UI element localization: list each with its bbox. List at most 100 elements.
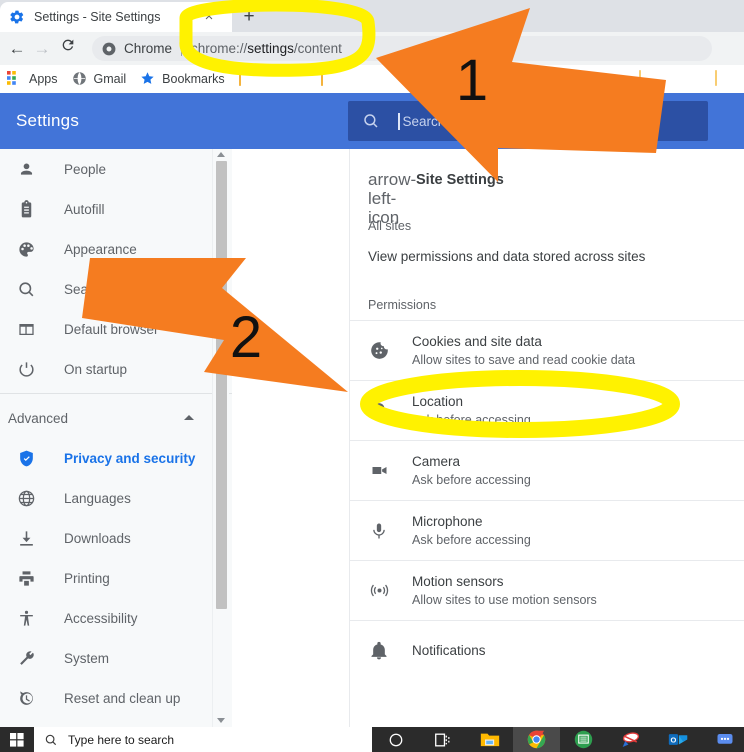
- sidebar-item-autofill[interactable]: Autofill: [0, 189, 232, 229]
- accessibility-icon: [16, 608, 36, 628]
- clipboard-icon: [16, 199, 36, 219]
- bookmarks-spacer: [350, 67, 632, 91]
- sidebar-item-appearance[interactable]: Appearance: [0, 229, 232, 269]
- camera-icon: [368, 460, 390, 482]
- bookmark-label: Gmail: [93, 72, 127, 86]
- sidebar-item-printing[interactable]: Printing: [0, 558, 232, 598]
- bookmark-folder[interactable]: [232, 67, 268, 91]
- bookmark-apps[interactable]: Apps: [0, 67, 65, 91]
- download-icon: [16, 528, 36, 548]
- permission-title: Microphone: [412, 514, 483, 529]
- permission-subtitle: Allow sites to use motion sensors: [412, 593, 597, 607]
- address-bar[interactable]: Chrome chrome://settings/content: [92, 36, 712, 61]
- start-button[interactable]: [0, 727, 34, 752]
- printer-icon: [16, 568, 36, 588]
- url-highlight: settings: [247, 41, 294, 56]
- sidebar-item-reset-and-clean-up[interactable]: Reset and clean up: [0, 678, 232, 718]
- permission-title: Motion sensors: [412, 574, 504, 589]
- bookmark-folder[interactable]: [632, 67, 668, 91]
- sidebar-item-on-startup[interactable]: On startup: [0, 349, 232, 389]
- permission-title: Camera: [412, 454, 461, 469]
- svg-text:O: O: [670, 735, 676, 744]
- motion-sensor-icon: [368, 580, 390, 602]
- sidebar-item-people[interactable]: People: [0, 149, 232, 189]
- bookmark-gmail[interactable]: Gmail: [65, 67, 134, 91]
- blue-chat-icon[interactable]: [701, 727, 744, 752]
- sidebar-item-accessibility[interactable]: Accessibility: [0, 598, 232, 638]
- permission-title: Cookies and site data: [412, 334, 542, 349]
- gear-icon: [9, 9, 25, 25]
- sidebar-item-label: System: [64, 650, 110, 666]
- bookmark-folder[interactable]: [708, 67, 744, 91]
- search-input[interactable]: Search settings: [348, 101, 708, 141]
- chrome-logo-icon: [102, 42, 116, 56]
- tab-settings-site-settings[interactable]: Settings - Site Settings ×: [0, 2, 232, 32]
- red-tool-icon[interactable]: [607, 727, 654, 752]
- sidebar-item-label: Downloads: [64, 530, 131, 546]
- permission-subtitle: Ask before accessing: [412, 473, 531, 487]
- breadcrumb-title: Site Settings: [416, 172, 504, 188]
- bookmark-folder[interactable]: [668, 67, 708, 91]
- sidebar-item-privacy-and-security[interactable]: Privacy and security: [0, 438, 232, 478]
- permission-row-location[interactable]: Location Ask before accessing: [350, 380, 744, 440]
- scroll-up-icon[interactable]: [217, 152, 225, 157]
- sidebar-item-label: Default browser: [64, 321, 159, 337]
- new-tab-button[interactable]: +: [238, 6, 260, 28]
- sidebar-item-languages[interactable]: Languages: [0, 478, 232, 518]
- group-label-permissions: Permissions: [368, 298, 437, 312]
- globe-icon: [16, 488, 36, 508]
- address-bar-url: chrome://settings/content: [191, 41, 342, 56]
- close-icon[interactable]: ×: [200, 8, 218, 26]
- chevron-up-icon: [184, 415, 194, 420]
- windows-taskbar: Type here to search O: [0, 727, 744, 752]
- bookmark-folder[interactable]: [268, 67, 314, 91]
- taskbar-search-input[interactable]: Type here to search: [34, 727, 372, 752]
- sidebar-item-label: People: [64, 161, 107, 177]
- arrow-left-icon[interactable]: arrow-left-icon: [368, 170, 416, 227]
- sidebar-item-label: Autofill: [64, 201, 105, 217]
- permission-row-cookies-and-site-data[interactable]: Cookies and site data Allow sites to sav…: [350, 320, 744, 380]
- sidebar-item-downloads[interactable]: Downloads: [0, 518, 232, 558]
- outlook-icon[interactable]: O: [654, 727, 701, 752]
- task-view-icon[interactable]: [419, 727, 466, 752]
- location-pin-icon: [368, 400, 390, 422]
- group-label-all-sites: All sites: [368, 219, 412, 233]
- sidebar-scrollbar[interactable]: [212, 149, 229, 727]
- permission-title: Location: [412, 394, 464, 409]
- file-explorer-icon[interactable]: [466, 727, 513, 752]
- bookmark-folder[interactable]: [314, 67, 350, 91]
- sidebar-item-system[interactable]: System: [0, 638, 232, 678]
- sidebar-item-label: Search engine: [64, 281, 152, 297]
- permission-subtitle: Allow sites to save and read cookie data: [412, 353, 636, 367]
- scroll-down-icon[interactable]: [217, 718, 225, 723]
- permission-row-notifications[interactable]: Notifications: [350, 620, 744, 680]
- omnibox-chip-label: Chrome: [124, 41, 173, 56]
- bell-icon: [368, 640, 390, 662]
- cortana-icon[interactable]: [372, 727, 419, 752]
- permission-row-camera[interactable]: Camera Ask before accessing: [350, 440, 744, 500]
- omnibox-separator: [181, 41, 183, 56]
- sidebar-section-advanced[interactable]: Advanced: [0, 398, 232, 438]
- sidebar-item-search-engine[interactable]: Search engine: [0, 269, 232, 309]
- green-app-icon[interactable]: [560, 727, 607, 752]
- back-icon[interactable]: ←: [5, 37, 29, 61]
- scrollbar-thumb[interactable]: [216, 161, 227, 609]
- permission-subtitle: Ask before accessing: [412, 533, 531, 547]
- sidebar-section-label: Advanced: [8, 410, 69, 426]
- permission-row-microphone[interactable]: Microphone Ask before accessing: [350, 500, 744, 560]
- settings-header: Settings Search settings: [0, 93, 744, 149]
- reload-icon[interactable]: [56, 37, 80, 61]
- browser-toolbar: ← → Chrome chrome://settings/content: [0, 32, 744, 65]
- palette-icon: [16, 239, 36, 259]
- permission-text: Location Ask before accessing: [412, 394, 531, 427]
- permission-text: Notifications: [412, 643, 486, 658]
- page-title: Settings: [16, 111, 80, 130]
- permission-row-motion-sensors[interactable]: Motion sensors Allow sites to use motion…: [350, 560, 744, 620]
- all-sites-link[interactable]: View permissions and data stored across …: [350, 239, 744, 282]
- chrome-icon[interactable]: [513, 727, 560, 752]
- sidebar-item-default-browser[interactable]: Default browser: [0, 309, 232, 349]
- bookmark-bookmarks[interactable]: Bookmarks: [133, 67, 232, 91]
- folder-icon: [639, 70, 655, 87]
- forward-icon[interactable]: →: [30, 37, 54, 61]
- sidebar-item-label: On startup: [64, 361, 128, 377]
